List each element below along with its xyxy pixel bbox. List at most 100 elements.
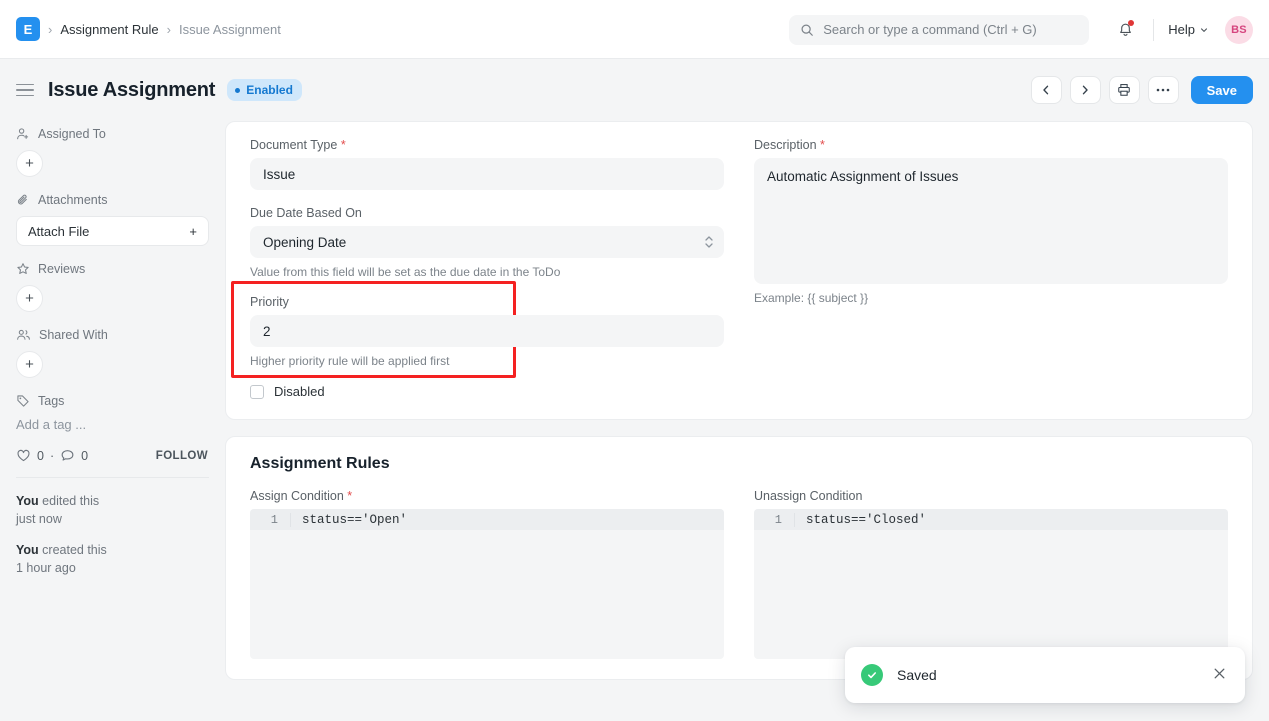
due-date-label: Due Date Based On <box>250 206 724 220</box>
prev-document-button[interactable] <box>1031 76 1062 104</box>
activity-actor: You <box>16 494 39 508</box>
search-placeholder: Search or type a command (Ctrl + G) <box>823 22 1037 37</box>
sidebar-divider <box>16 477 209 478</box>
next-document-button[interactable] <box>1070 76 1101 104</box>
paperclip-icon <box>16 193 30 207</box>
field-disabled[interactable]: Disabled <box>250 384 724 399</box>
document-type-label-text: Document Type <box>250 138 337 152</box>
add-tag-input[interactable]: Add a tag ... <box>16 417 209 432</box>
add-share-label: + <box>25 357 34 372</box>
breadcrumb-item-issue-assignment[interactable]: Issue Assignment <box>179 22 281 37</box>
sidebar-section-reviews: Reviews + <box>16 262 209 312</box>
field-unassign-condition: Unassign Condition 1 status=='Closed' <box>754 489 1228 659</box>
breadcrumb-item-assignment-rule[interactable]: Assignment Rule <box>60 22 158 37</box>
app-logo[interactable]: E <box>16 17 40 41</box>
heart-icon[interactable] <box>16 448 31 463</box>
toast-notification: Saved <box>845 647 1245 703</box>
toast-message: Saved <box>897 667 1198 683</box>
code-line: 1 status=='Closed' <box>754 509 1228 530</box>
attach-file-plus-icon: + <box>189 224 197 239</box>
description-textarea[interactable]: Automatic Assignment of Issues <box>754 158 1228 284</box>
sidebar-toggle-icon[interactable] <box>16 84 34 97</box>
assignment-rules-columns: Assign Condition * 1 status=='Open' Unas… <box>250 489 1228 659</box>
field-assign-condition: Assign Condition * 1 status=='Open' <box>250 489 724 659</box>
follow-button[interactable]: FOLLOW <box>156 450 208 462</box>
assign-condition-label: Assign Condition * <box>250 489 724 503</box>
notifications-button[interactable] <box>1111 16 1139 44</box>
check-circle-icon <box>861 664 883 686</box>
sidebar-section-header: Assigned To <box>16 127 209 141</box>
save-button[interactable]: Save <box>1191 76 1253 104</box>
field-description: Description * Automatic Assignment of Is… <box>754 138 1228 305</box>
sidebar-section-label: Assigned To <box>38 127 106 141</box>
activity-time: just now <box>16 512 62 526</box>
line-number: 1 <box>250 513 290 527</box>
assignment-rules-card: Assignment Rules Assign Condition * 1 st… <box>225 436 1253 680</box>
sidebar-section-label: Reviews <box>38 262 85 276</box>
description-value: Automatic Assignment of Issues <box>767 169 958 184</box>
code-line: 1 status=='Open' <box>250 509 724 530</box>
priority-value: 2 <box>263 324 271 339</box>
page-title: Issue Assignment <box>48 79 215 102</box>
print-button[interactable] <box>1109 76 1140 104</box>
breadcrumb-separator-1: › <box>48 22 52 37</box>
navbar-right-group: Search or type a command (Ctrl + G) Help… <box>789 0 1253 59</box>
line-number: 1 <box>754 513 794 527</box>
required-asterisk: * <box>341 138 346 152</box>
add-review-button[interactable]: + <box>16 285 43 312</box>
details-left-column: Document Type * Issue Due Date Based On … <box>250 138 724 399</box>
description-label-text: Description <box>754 138 817 152</box>
sidebar-section-label: Shared With <box>39 328 108 342</box>
disabled-checkbox[interactable] <box>250 385 264 399</box>
required-asterisk: * <box>820 138 825 152</box>
navbar-divider <box>1153 19 1154 41</box>
ellipsis-icon <box>1156 88 1170 92</box>
assign-condition-label-text: Assign Condition <box>250 489 344 503</box>
comment-icon[interactable] <box>60 448 75 463</box>
sidebar-section-attachments: Attachments Attach File + <box>16 193 209 246</box>
chevron-left-icon <box>1040 84 1052 96</box>
chevron-down-icon <box>705 243 713 248</box>
assign-condition-editor[interactable]: 1 status=='Open' <box>250 509 724 659</box>
priority-input[interactable]: 2 <box>250 315 724 347</box>
users-icon <box>16 328 31 342</box>
status-dot <box>235 88 240 93</box>
activity-action: created this <box>39 543 107 557</box>
reactions-row: 0 · 0 FOLLOW <box>16 448 209 463</box>
field-document-type: Document Type * Issue <box>250 138 724 190</box>
sidebar-section-header: Reviews <box>16 262 209 276</box>
help-menu[interactable]: Help <box>1168 22 1209 37</box>
search-input[interactable]: Search or type a command (Ctrl + G) <box>789 15 1089 45</box>
add-share-button[interactable]: + <box>16 351 43 378</box>
status-badge-label: Enabled <box>246 83 293 97</box>
app-window: E › Assignment Rule › Issue Assignment S… <box>0 0 1269 721</box>
field-due-date-based-on: Due Date Based On Opening Date <box>250 206 724 279</box>
activity-time: 1 hour ago <box>16 561 76 575</box>
breadcrumb-separator-2: › <box>167 22 171 37</box>
priority-label: Priority <box>250 295 724 309</box>
sidebar-section-header: Attachments <box>16 193 209 207</box>
avatar[interactable]: BS <box>1225 16 1253 44</box>
toast-close-button[interactable] <box>1212 666 1227 684</box>
save-button-label: Save <box>1207 83 1237 98</box>
notification-badge-dot <box>1128 20 1134 26</box>
due-date-select[interactable]: Opening Date <box>250 226 724 258</box>
sidebar-section-tags: Tags Add a tag ... <box>16 394 209 432</box>
help-label: Help <box>1168 22 1195 37</box>
due-date-help-text: Value from this field will be set as the… <box>250 265 724 279</box>
code-text: status=='Closed' <box>794 513 926 527</box>
chevron-down-icon <box>1199 25 1209 35</box>
more-actions-button[interactable] <box>1148 76 1179 104</box>
add-assignment-label: + <box>25 156 34 171</box>
attach-file-label: Attach File <box>28 224 89 239</box>
unassign-condition-editor[interactable]: 1 status=='Closed' <box>754 509 1228 659</box>
code-text: status=='Open' <box>290 513 407 527</box>
attach-file-button[interactable]: Attach File + <box>16 216 209 246</box>
sidebar-footer: 0 · 0 FOLLOW You edited this just now Yo… <box>16 448 209 578</box>
document-type-input[interactable]: Issue <box>250 158 724 190</box>
document-type-label: Document Type * <box>250 138 724 152</box>
activity-entry: You created this 1 hour ago <box>16 541 209 577</box>
add-assignment-button[interactable]: + <box>16 150 43 177</box>
sidebar-section-header: Tags <box>16 394 209 408</box>
reactions-separator: · <box>50 449 54 463</box>
